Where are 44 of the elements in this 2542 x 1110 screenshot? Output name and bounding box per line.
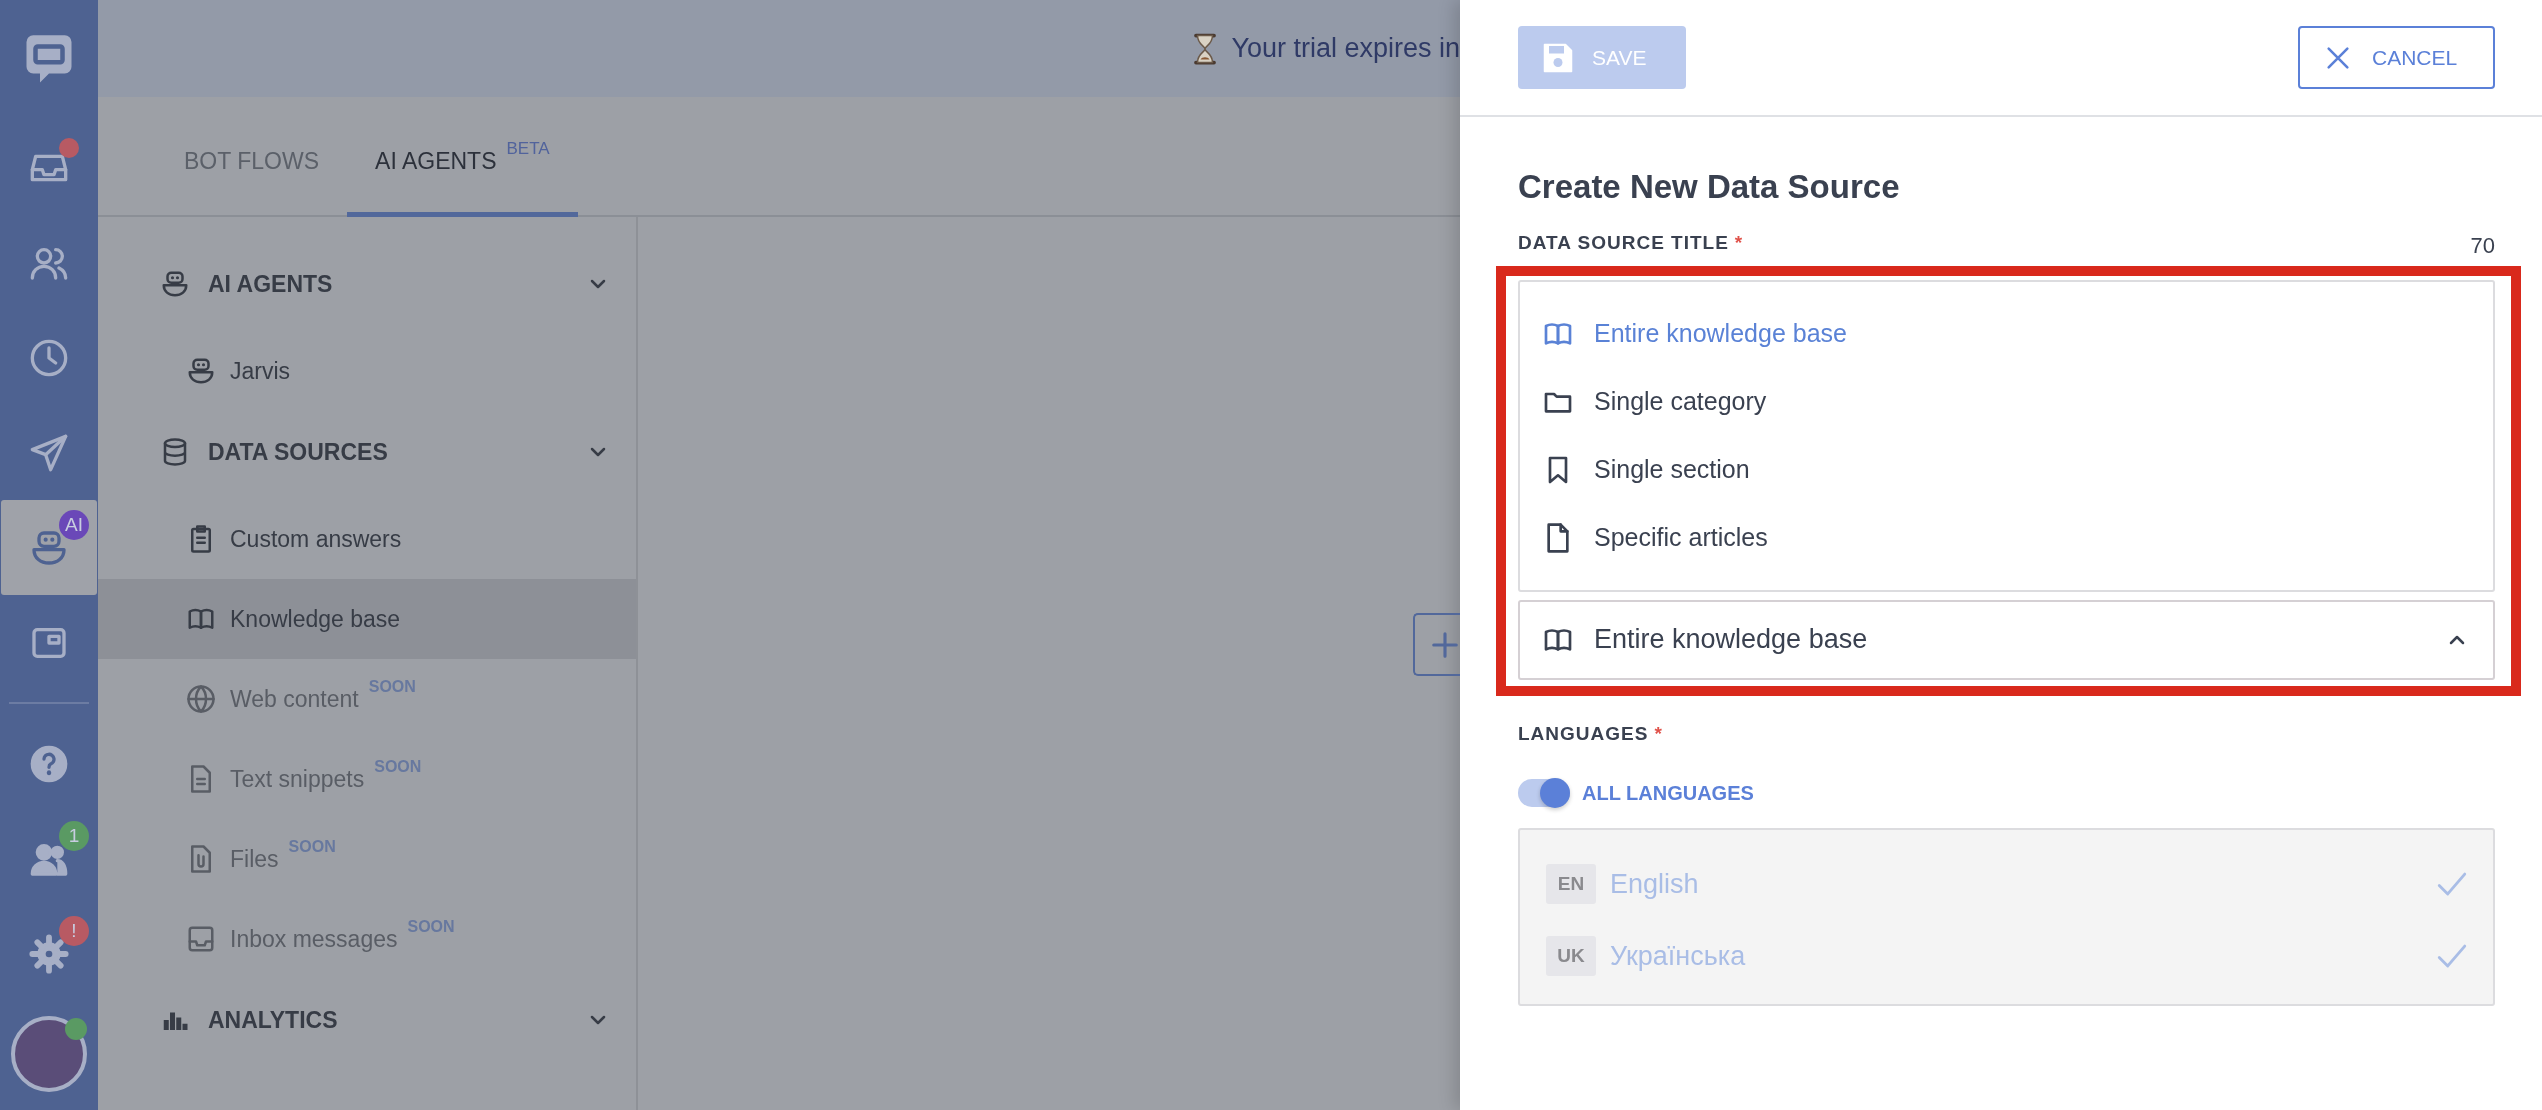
dropdown-option[interactable]: Entire knowledge base: [1520, 299, 2493, 368]
cancel-button[interactable]: CANCEL: [2298, 26, 2495, 89]
dropdown-option[interactable]: Single section: [1520, 435, 2493, 504]
required-mark: *: [1654, 721, 1663, 746]
field-label: LANGUAGES: [1518, 721, 1649, 746]
robot-icon: [186, 356, 216, 386]
nav-section-header[interactable]: AI AGENTS: [98, 243, 636, 325]
language-code: EN: [1546, 864, 1596, 905]
toggle-label: ALL LANGUAGES: [1582, 781, 1754, 807]
toggle-switch[interactable]: [1518, 779, 1570, 808]
rail-nav-button[interactable]: !: [1, 906, 97, 1001]
nav-section-header[interactable]: DATA SOURCES: [98, 411, 636, 493]
notification-badge: 1: [59, 821, 89, 851]
rail-nav-button[interactable]: AI: [1, 500, 97, 595]
notification-badge: AI: [59, 510, 89, 540]
scope-select[interactable]: Entire knowledge base: [1518, 599, 2495, 680]
nav-item[interactable]: Knowledge base: [98, 579, 636, 659]
language-name: Українська: [1610, 939, 1747, 973]
dropdown-option[interactable]: Specific articles: [1520, 503, 2493, 572]
nav-item[interactable]: Jarvis: [98, 331, 636, 411]
trial-notice: Your trial expires in: [1231, 32, 1460, 66]
field-label: DATA SOURCE TITLE: [1518, 230, 1729, 255]
section-title: ANALYTICS: [208, 1005, 339, 1035]
tab[interactable]: AI AGENTS $^{BETA}$: [347, 143, 578, 217]
dropdown-option[interactable]: Single category: [1520, 367, 2493, 436]
nav-section-header[interactable]: ANALYTICS: [98, 979, 636, 1061]
send-icon: [29, 432, 69, 473]
notification-badge: !: [59, 916, 89, 946]
character-counter: 70: [2470, 231, 2495, 260]
tray-icon: [186, 924, 216, 954]
tab[interactable]: BOT FLOWS: [156, 143, 348, 217]
nav-item[interactable]: Custom answers: [98, 499, 636, 579]
language-name: English: [1610, 867, 1700, 901]
globe-icon: [186, 684, 216, 714]
language-code: UK: [1546, 936, 1596, 977]
rail-nav-button[interactable]: 1: [1, 811, 97, 906]
panel-title: Create New Data Source: [1518, 167, 1901, 207]
clock-icon: [29, 337, 69, 378]
section-title: DATA SOURCES: [208, 437, 389, 467]
plus-icon: [1430, 629, 1460, 660]
section-title: AI AGENTS: [208, 269, 334, 299]
help-icon: [29, 743, 69, 784]
robot-icon: [160, 269, 190, 299]
required-mark: *: [1734, 230, 1744, 255]
